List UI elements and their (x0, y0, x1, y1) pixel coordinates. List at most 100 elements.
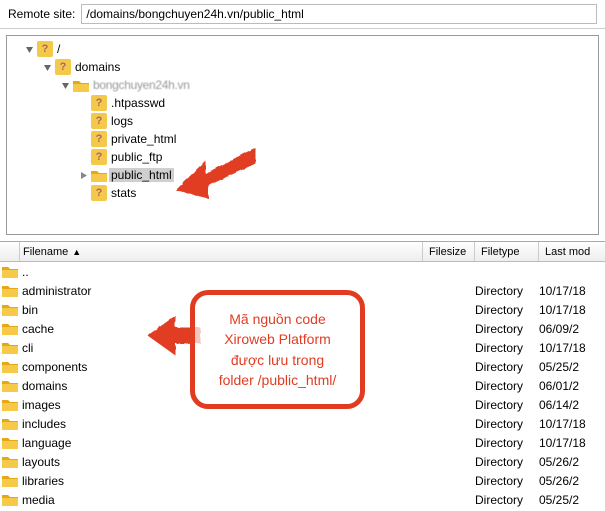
unknown-folder-icon: ? (91, 131, 107, 147)
list-row[interactable]: layouts Directory05/26/2 (0, 452, 605, 471)
disclosure-open-icon[interactable] (23, 43, 35, 55)
cell-filename: includes (20, 417, 423, 431)
folder-icon (0, 398, 20, 411)
list-row[interactable]: media Directory05/25/2 (0, 490, 605, 509)
cell-lastmod: 06/14/2 (539, 398, 605, 412)
folder-icon (91, 169, 107, 182)
tree-label: public_html (109, 168, 174, 182)
tree-row-htpasswd[interactable]: ? .htpasswd (7, 94, 598, 112)
annotation-callout: Mã nguồn code Xiroweb Platform được lưu … (190, 290, 365, 409)
folder-icon (0, 455, 20, 468)
cell-lastmod: 05/25/2 (539, 493, 605, 507)
cell-lastmod: 05/25/2 (539, 360, 605, 374)
tree-label: / (55, 42, 62, 56)
tree-label: stats (109, 186, 138, 200)
tree-row-domains[interactable]: ? domains (7, 58, 598, 76)
tree-row-logs[interactable]: ? logs (7, 112, 598, 130)
remote-path-input[interactable] (81, 4, 597, 24)
cell-filename: .. (20, 265, 423, 279)
cell-filetype: Directory (475, 455, 539, 469)
disclosure-open-icon[interactable] (41, 61, 53, 73)
tree-label: .htpasswd (109, 96, 167, 110)
annotation-text: Xiroweb Platform (205, 329, 350, 349)
folder-icon (0, 265, 20, 278)
unknown-folder-icon: ? (91, 113, 107, 129)
cell-filetype: Directory (475, 341, 539, 355)
folder-icon (0, 474, 20, 487)
folder-icon (73, 79, 89, 92)
folder-icon (0, 436, 20, 449)
tree-row-stats[interactable]: ? stats (7, 184, 598, 202)
sort-asc-icon: ▲ (72, 247, 81, 257)
tree-row-root[interactable]: ? / (7, 40, 598, 58)
cell-lastmod: 06/01/2 (539, 379, 605, 393)
cell-lastmod: 10/17/18 (539, 303, 605, 317)
col-filetype-label: Filetype (481, 246, 520, 258)
cell-filename: layouts (20, 455, 423, 469)
cell-filename: libraries (20, 474, 423, 488)
unknown-folder-icon: ? (91, 149, 107, 165)
folder-icon (0, 341, 20, 354)
cell-lastmod: 10/17/18 (539, 436, 605, 450)
unknown-folder-icon: ? (91, 95, 107, 111)
cell-lastmod: 10/17/18 (539, 417, 605, 431)
cell-lastmod: 05/26/2 (539, 455, 605, 469)
cell-lastmod: 10/17/18 (539, 341, 605, 355)
tree-label: domains (73, 60, 122, 74)
col-filename-label: Filename (23, 246, 68, 258)
unknown-folder-icon: ? (37, 41, 53, 57)
cell-filetype: Directory (475, 417, 539, 431)
list-row[interactable]: includes Directory10/17/18 (0, 414, 605, 433)
cell-filetype: Directory (475, 493, 539, 507)
col-filename-header[interactable]: Filename ▲ (20, 242, 423, 261)
list-row[interactable]: language Directory10/17/18 (0, 433, 605, 452)
folder-icon (0, 417, 20, 430)
cell-lastmod: 06/09/2 (539, 322, 605, 336)
cell-lastmod: 10/17/18 (539, 284, 605, 298)
cell-filetype: Directory (475, 436, 539, 450)
cell-filename: media (20, 493, 423, 507)
tree-label: bongchuyen24h.vn (91, 78, 192, 92)
cell-filename: language (20, 436, 423, 450)
cell-filetype: Directory (475, 474, 539, 488)
tree-row-public-html[interactable]: public_html (7, 166, 598, 184)
list-row[interactable]: .. (0, 262, 605, 281)
annotation-text: Mã nguồn code (205, 309, 350, 329)
tree-label: private_html (109, 132, 178, 146)
col-lastmod-header[interactable]: Last mod (539, 242, 605, 261)
col-lastmod-label: Last mod (545, 246, 590, 258)
folder-icon (0, 379, 20, 392)
unknown-folder-icon: ? (91, 185, 107, 201)
col-filetype-header[interactable]: Filetype (475, 242, 539, 261)
tree-row-public-ftp[interactable]: ? public_ftp (7, 148, 598, 166)
tree-label: logs (109, 114, 135, 128)
cell-filetype: Directory (475, 284, 539, 298)
annotation-text: folder /public_html/ (205, 370, 350, 390)
cell-filetype: Directory (475, 360, 539, 374)
annotation-text: được lưu trong (205, 350, 350, 370)
cell-filetype: Directory (475, 303, 539, 317)
remote-path-bar: Remote site: (0, 0, 605, 29)
cell-filetype: Directory (475, 379, 539, 393)
folder-icon (0, 303, 20, 316)
cell-filetype: Directory (475, 322, 539, 336)
col-icon-header[interactable] (0, 242, 20, 261)
folder-icon (0, 360, 20, 373)
tree-label: public_ftp (109, 150, 164, 164)
disclosure-closed-icon[interactable] (77, 169, 89, 181)
folder-icon (0, 322, 20, 335)
unknown-folder-icon: ? (55, 59, 71, 75)
folder-icon (0, 493, 20, 506)
col-filesize-label: Filesize (429, 246, 466, 258)
tree-row-host[interactable]: bongchuyen24h.vn (7, 76, 598, 94)
cell-lastmod: 05/26/2 (539, 474, 605, 488)
list-row[interactable]: libraries Directory05/26/2 (0, 471, 605, 490)
cell-filetype: Directory (475, 398, 539, 412)
folder-icon (0, 284, 20, 297)
disclosure-open-icon[interactable] (59, 79, 71, 91)
tree-row-private-html[interactable]: ? private_html (7, 130, 598, 148)
col-filesize-header[interactable]: Filesize (423, 242, 475, 261)
remote-site-label: Remote site: (8, 7, 75, 21)
remote-tree-panel[interactable]: ? / ? domains bongchuyen24h.vn ? .htpass… (6, 35, 599, 235)
file-list-header[interactable]: Filename ▲ Filesize Filetype Last mod (0, 242, 605, 262)
